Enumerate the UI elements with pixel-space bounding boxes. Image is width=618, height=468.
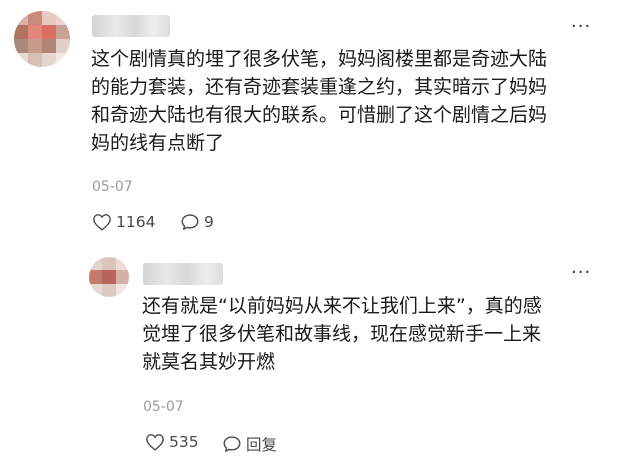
more-dots-icon[interactable]: ··· (571, 18, 591, 36)
reply-count: 9 (204, 213, 214, 231)
like-count: 1164 (116, 213, 156, 231)
like-button[interactable]: 535 (145, 433, 199, 451)
like-button[interactable]: 1164 (92, 213, 155, 231)
like-count: 535 (169, 433, 199, 451)
username-blurred[interactable] (143, 263, 223, 285)
comment-date: 05-07 (92, 179, 133, 195)
reply-button[interactable]: 回复 (222, 433, 277, 455)
reply-text: 还有就是“以前妈妈从来不让我们上来”，真的感 觉埋了很多伏笔和故事线，现在感觉新… (142, 295, 542, 373)
speech-bubble-icon (223, 436, 241, 452)
comment-text: 这个剧情真的埋了很多伏笔，妈妈阁楼里都是奇迹大陆 的能力套装，还有奇迹套装重逢之… (91, 48, 548, 154)
heart-outline-icon (93, 214, 111, 231)
heart-outline-icon (146, 434, 164, 451)
avatar[interactable] (14, 11, 70, 67)
speech-bubble-icon (181, 214, 199, 230)
more-dots-icon[interactable]: ··· (571, 264, 591, 282)
avatar[interactable] (89, 257, 129, 297)
reply-button[interactable]: 9 (180, 213, 214, 231)
username-blurred[interactable] (92, 15, 170, 37)
reply-label: 回复 (246, 436, 278, 454)
reply-date: 05-07 (143, 399, 184, 415)
